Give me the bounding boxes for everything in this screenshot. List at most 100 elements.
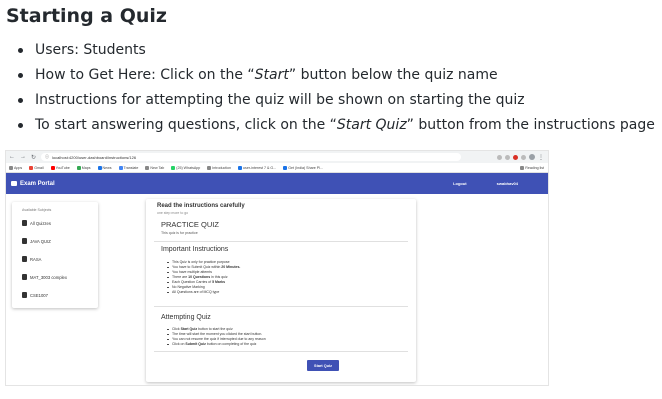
bookmark-maps[interactable]: Maps [76, 165, 91, 170]
reload-icon[interactable]: ↻ [31, 154, 36, 161]
newtab-icon [145, 165, 150, 170]
bookmark-introduction[interactable]: Introduction [207, 165, 232, 170]
bullet-list: Users: Students How to Get Here: Click o… [0, 40, 662, 140]
page-icon [283, 165, 288, 170]
bookmark-label: New Tab [150, 165, 165, 170]
username-link[interactable]: swabhav04 [497, 181, 518, 186]
bookmark-youtube[interactable]: YouTube [50, 165, 70, 170]
quiz-name: PRACTICE QUIZ [161, 220, 219, 229]
bookmark-label: Introduction [212, 165, 232, 170]
bullet-how-to-get-here: How to Get Here: Click on the “Start” bu… [0, 65, 662, 90]
attempting-item: The time will start the moment you click… [166, 332, 263, 336]
sidebar-item-java-quiz[interactable]: JAVA QUIZ [22, 238, 51, 244]
subjects-sidebar: Available Subjects All Quizzes JAVA QUIZ… [12, 202, 98, 308]
reading-list-icon [520, 165, 525, 170]
instruction-item: This Quiz is only for practice purpose [167, 260, 230, 264]
bookmark-news[interactable]: News [97, 165, 112, 170]
bookmark-translate[interactable]: Translate [118, 165, 139, 170]
browser-toolbar: ← → ↻ ⓘ localhost:4200/user-dashboard/in… [6, 151, 548, 163]
info-icon: ⓘ [45, 154, 50, 159]
attempting-item: Click on Submit Quiz button on completin… [166, 342, 257, 346]
divider [154, 241, 408, 242]
sidebar-item-label: CSE1007 [30, 292, 48, 298]
bookmark-user-interest[interactable]: user-interest 7 & G... [238, 165, 277, 170]
sidebar-heading: Available Subjects [22, 208, 52, 212]
star-icon[interactable] [505, 154, 510, 160]
sidebar-item-cse1007[interactable]: CSE1007 [22, 292, 48, 298]
quiz-icon [22, 238, 27, 244]
bookmark-label: user-interest 7 & G... [243, 165, 277, 170]
attempting-quiz-heading: Attempting Quiz [161, 314, 211, 321]
reading-list[interactable]: Reading list [520, 165, 548, 170]
extension-area: ⋮ [497, 154, 548, 161]
bullet-start-answering: To start answering questions, click on t… [0, 115, 662, 140]
profile-avatar[interactable] [529, 154, 535, 160]
logout-button[interactable]: Logout [453, 181, 467, 186]
back-icon[interactable]: ← [9, 154, 15, 160]
embedded-screenshot: ← → ↻ ⓘ localhost:4200/user-dashboard/in… [5, 150, 549, 386]
bookmark-apps[interactable]: Apps [9, 165, 23, 170]
translate-icon [118, 165, 123, 170]
bullet-text: How to Get Here: Click on the “ [35, 67, 255, 83]
more-icon[interactable]: ⋮ [538, 154, 544, 161]
bookmark-label: Get (India) Share Pl... [288, 165, 323, 170]
important-instructions-heading: Important Instructions [161, 246, 229, 253]
puzzle-icon[interactable] [521, 154, 526, 160]
youtube-icon [50, 165, 55, 170]
extension-icon[interactable] [513, 154, 518, 160]
bookmark-label: Translate [123, 165, 139, 170]
instructions-title: Read the instructions carefully [157, 203, 245, 209]
logo-icon [11, 181, 17, 186]
gmail-icon [29, 165, 34, 170]
sidebar-item-mat-3003[interactable]: MAT_3003 complex [22, 274, 67, 280]
reading-list-label: Reading list [525, 165, 544, 170]
sidebar-item-rasa[interactable]: RASA [22, 256, 41, 262]
bullet-instructions: Instructions for attempting the quiz wil… [0, 90, 662, 115]
bookmarks-bar: Apps Gmail YouTube Maps News Translate N… [6, 163, 548, 173]
quiz-description: This quiz is for practice [161, 231, 198, 235]
quiz-icon [22, 292, 27, 298]
start-quiz-button[interactable]: Start Quiz [307, 360, 339, 371]
brand[interactable]: Exam Portal [11, 181, 55, 187]
bullet-users: Users: Students [0, 40, 662, 65]
instructions-card: Read the instructions carefully one step… [146, 199, 416, 382]
page-icon [238, 165, 243, 170]
bullet-emphasis: Start [254, 67, 289, 83]
page-title: Starting a Quiz [6, 5, 167, 27]
bookmark-label: (25) WhatsApp [176, 165, 201, 170]
maps-icon [76, 165, 81, 170]
address-bar[interactable]: ⓘ localhost:4200/user-dashboard/instruct… [41, 153, 462, 161]
bullet-text: To start answering questions, click on t… [35, 117, 337, 133]
instruction-item: All Questions are of MCQ type [166, 290, 220, 294]
sidebar-item-label: All Quizzes [30, 220, 51, 226]
divider [154, 351, 408, 352]
zoom-icon[interactable] [497, 154, 502, 160]
instructions-subtitle: one step more to go [157, 211, 189, 215]
quiz-icon [22, 274, 27, 280]
bookmark-label: YouTube [55, 165, 70, 170]
instruction-item: There are 10 Questions in this quiz [167, 275, 228, 279]
bookmark-gmail[interactable]: Gmail [29, 165, 44, 170]
bookmark-label: Maps [81, 165, 91, 170]
apps-icon [9, 165, 13, 170]
bookmark-whatsapp[interactable]: (25) WhatsApp [171, 165, 201, 170]
sidebar-item-label: RASA [30, 256, 42, 262]
bookmark-share[interactable]: Get (India) Share Pl... [283, 165, 323, 170]
whatsapp-icon [171, 165, 176, 170]
bullet-text: ” button below the quiz name [288, 67, 498, 83]
sidebar-item-label: MAT_3003 complex [30, 274, 67, 280]
attempting-item: You can not resume the quiz if interrupt… [167, 337, 266, 341]
app-content: Available Subjects All Quizzes JAVA QUIZ… [6, 194, 548, 382]
divider [154, 306, 408, 307]
page-icon [207, 165, 212, 170]
bookmark-new-tab[interactable]: New Tab [145, 165, 165, 170]
url-text: localhost:4200/user-dashboard/instructio… [52, 154, 137, 160]
quiz-icon [22, 256, 27, 262]
bullet-emphasis: Start Quiz [336, 117, 407, 133]
forward-icon[interactable]: → [20, 154, 26, 160]
sidebar-item-all-quizzes[interactable]: All Quizzes [22, 220, 51, 226]
instruction-item: No Negative Marking [167, 285, 205, 289]
app-toolbar: Exam Portal Logout swabhav04 [6, 173, 548, 194]
attempting-item: Click Start Quiz button to start the qui… [167, 327, 233, 331]
bookmark-label: Apps [14, 165, 23, 170]
